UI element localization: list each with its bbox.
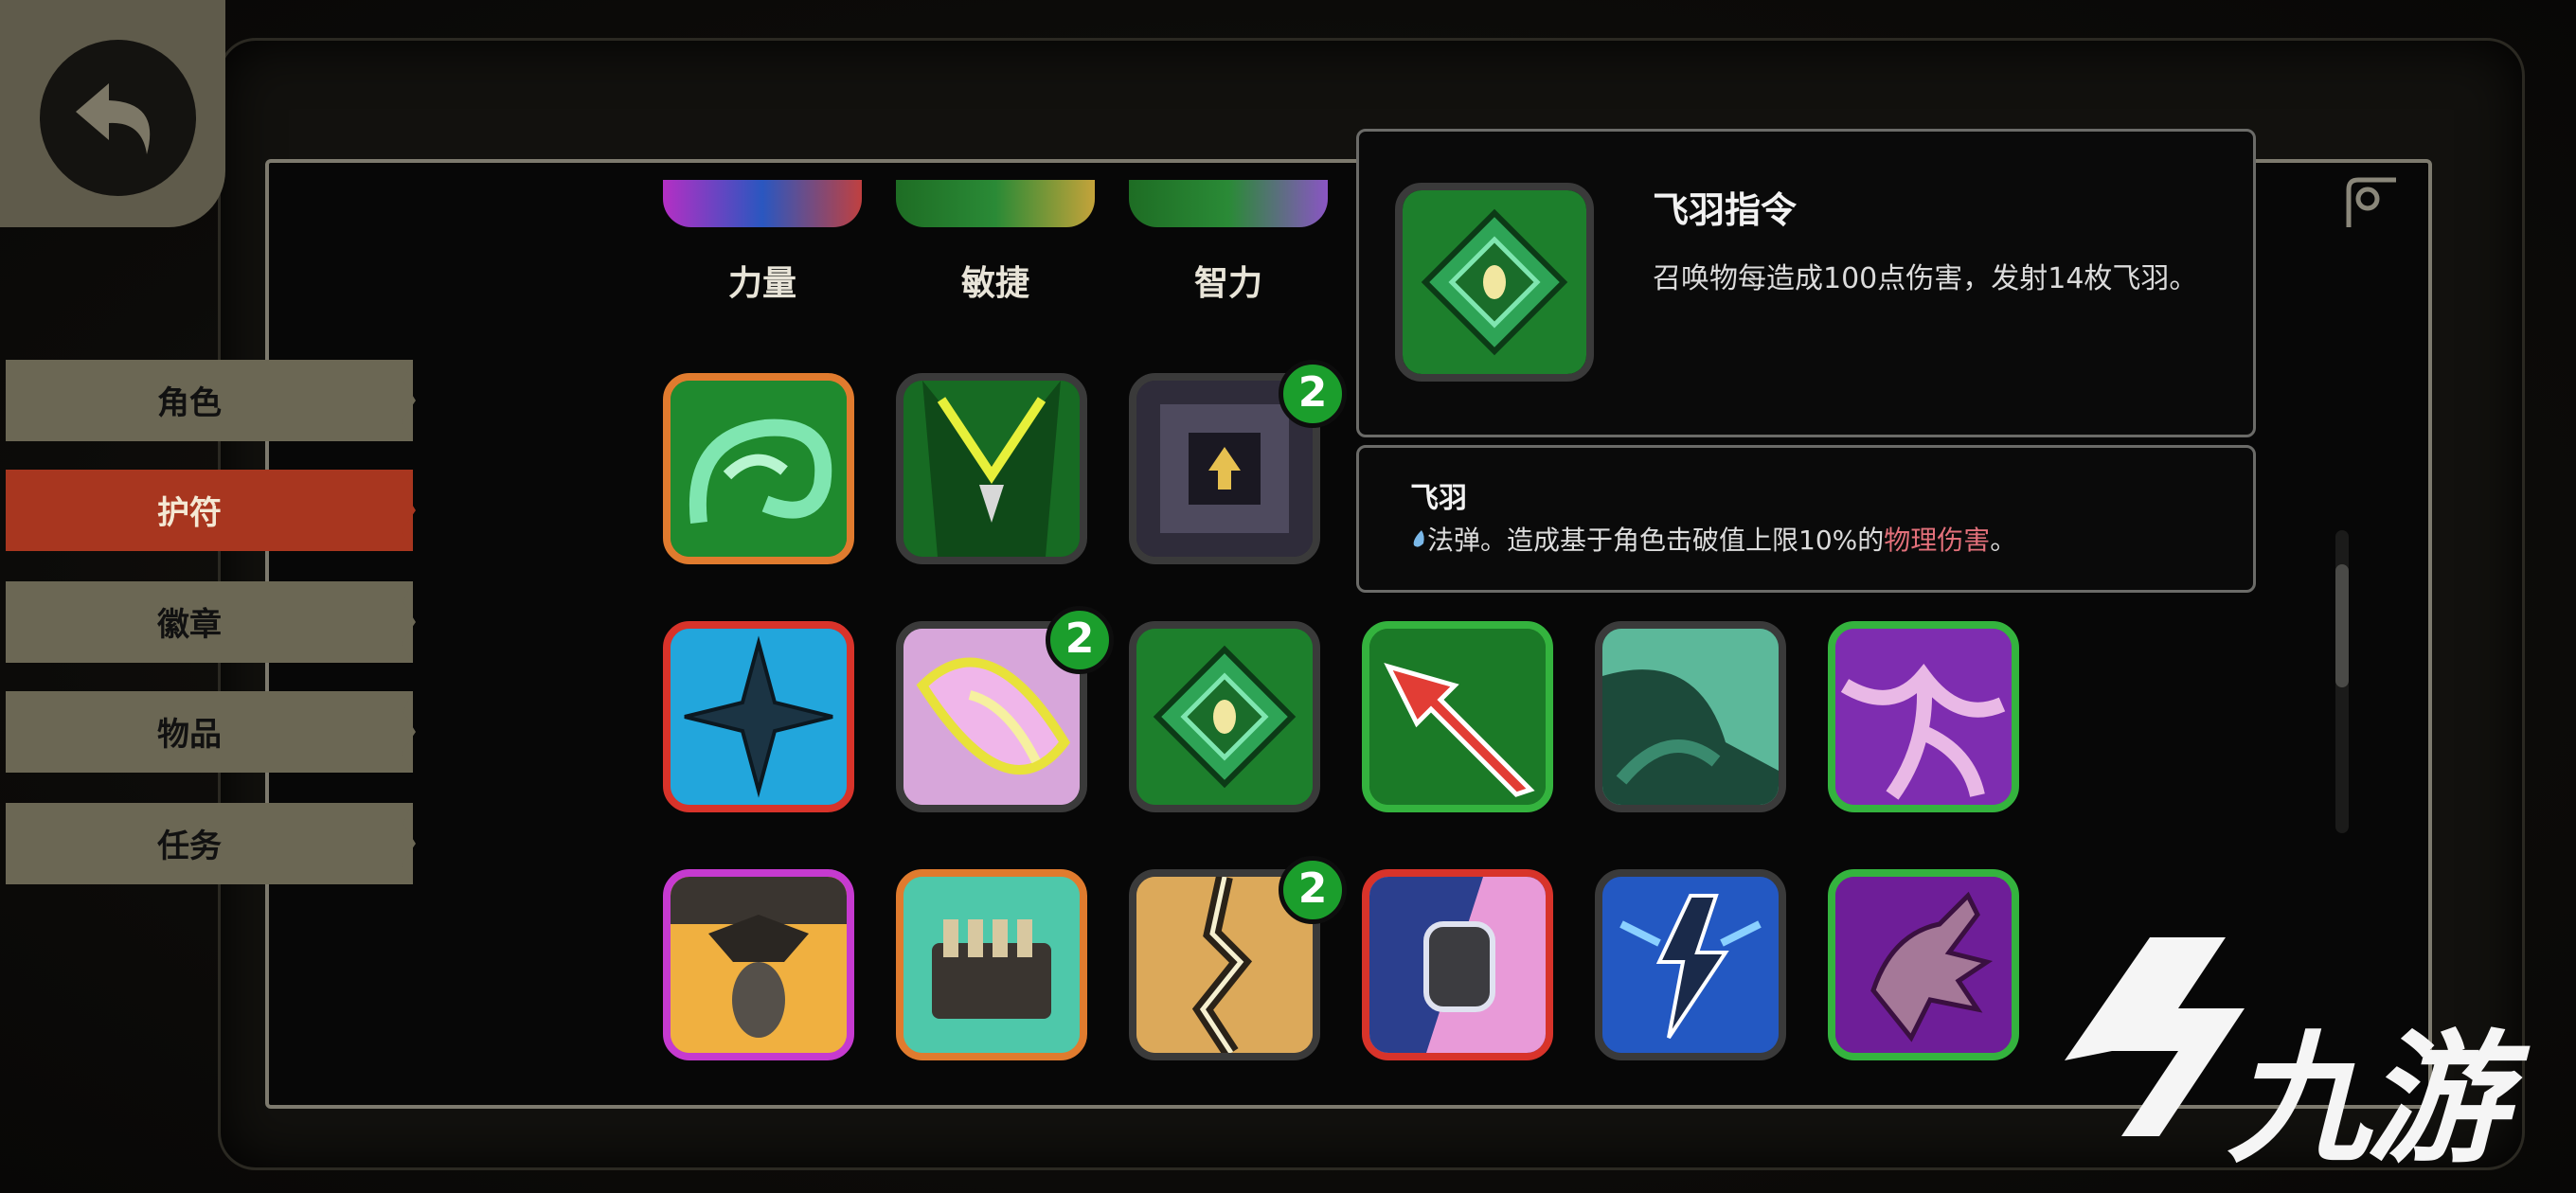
- green-cloak-icon: [903, 381, 1080, 557]
- stat-label-agility: 敏捷: [960, 264, 1029, 303]
- count-badge: 2: [1046, 606, 1114, 674]
- sub-tooltip-description: 法弹。造成基于角色击破值上限10%的物理伤害。: [1410, 520, 2016, 558]
- purple-web-icon: [1835, 629, 2012, 805]
- scrollbar-thumb[interactable]: [2335, 564, 2349, 687]
- amulet-slot[interactable]: [896, 373, 1087, 564]
- green-diamond-eye-icon: [1136, 629, 1313, 805]
- amulet-slot[interactable]: [1828, 869, 2019, 1060]
- watermark-text: 九游: [2227, 1018, 2508, 1183]
- tab-badge[interactable]: 徽章: [6, 581, 413, 663]
- magic-drop-icon: [1413, 530, 1424, 547]
- tab-label: 任务: [157, 828, 222, 865]
- tab-items[interactable]: 物品: [6, 691, 413, 773]
- fist-lightning-icon: [1369, 877, 1546, 1053]
- sub-tooltip-title: 飞羽: [1410, 482, 1467, 515]
- stat-label-strength: 力量: [727, 264, 796, 303]
- tab-label: 护符: [157, 494, 222, 532]
- amulet-slot[interactable]: [663, 869, 854, 1060]
- bullet-rack-icon: [903, 877, 1080, 1053]
- tooltip-title: 飞羽指令: [1653, 189, 1798, 231]
- physical-damage-text: 物理伤害: [1884, 525, 1991, 556]
- count-badge: 2: [1279, 856, 1347, 924]
- stat-label-intelligence: 智力: [1193, 264, 1262, 303]
- intelligence-icon[interactable]: [1129, 180, 1328, 227]
- blue-star-icon: [671, 629, 847, 805]
- tab-role[interactable]: 角色: [6, 360, 413, 441]
- corner-ornament-icon: [2346, 177, 2396, 227]
- teal-claw-icon: [1602, 629, 1779, 805]
- back-arrow-icon: [40, 40, 196, 196]
- amulet-slot[interactable]: [896, 869, 1087, 1060]
- purple-hand-icon: [1835, 877, 2012, 1053]
- sub-desc-text: 法弹。造成基于角色击破值上限10%的: [1427, 525, 1885, 556]
- tab-label: 角色: [157, 384, 222, 422]
- amulet-slot[interactable]: [663, 373, 854, 564]
- blue-lightning-icon: [1602, 877, 1779, 1053]
- sub-desc-suffix: 。: [1990, 525, 2017, 556]
- amulet-slot[interactable]: [1362, 621, 1553, 812]
- tab-label: 徽章: [157, 606, 222, 644]
- tooltip-description: 召唤物每造成100点伤害，发射14枚飞羽。: [1653, 262, 2198, 295]
- amulet-slot[interactable]: [663, 621, 854, 812]
- amulet-slot[interactable]: [1595, 621, 1786, 812]
- sub-tooltip: 飞羽 法弹。造成基于角色击破值上限10%的物理伤害。: [1356, 445, 2256, 593]
- green-vortex-icon: [671, 381, 847, 557]
- amulet-slot[interactable]: [1362, 869, 1553, 1060]
- back-button[interactable]: [0, 0, 225, 227]
- amulet-slot[interactable]: [1129, 621, 1320, 812]
- tab-label: 物品: [157, 716, 222, 754]
- amulet-slot[interactable]: [1595, 869, 1786, 1060]
- tab-quests[interactable]: 任务: [6, 803, 413, 884]
- count-badge: 2: [1279, 360, 1347, 428]
- tab-amulet[interactable]: 护符: [6, 470, 413, 551]
- red-arrow-icon: [1369, 629, 1546, 805]
- agility-icon[interactable]: [896, 180, 1095, 227]
- amulet-slot[interactable]: [1828, 621, 2019, 812]
- green-diamond-eye-icon: [1395, 183, 1594, 382]
- bomb-drop-icon: [671, 877, 847, 1053]
- skill-tooltip: 飞羽指令 召唤物每造成100点伤害，发射14枚飞羽。: [1356, 129, 2256, 437]
- strength-icon[interactable]: [663, 180, 862, 227]
